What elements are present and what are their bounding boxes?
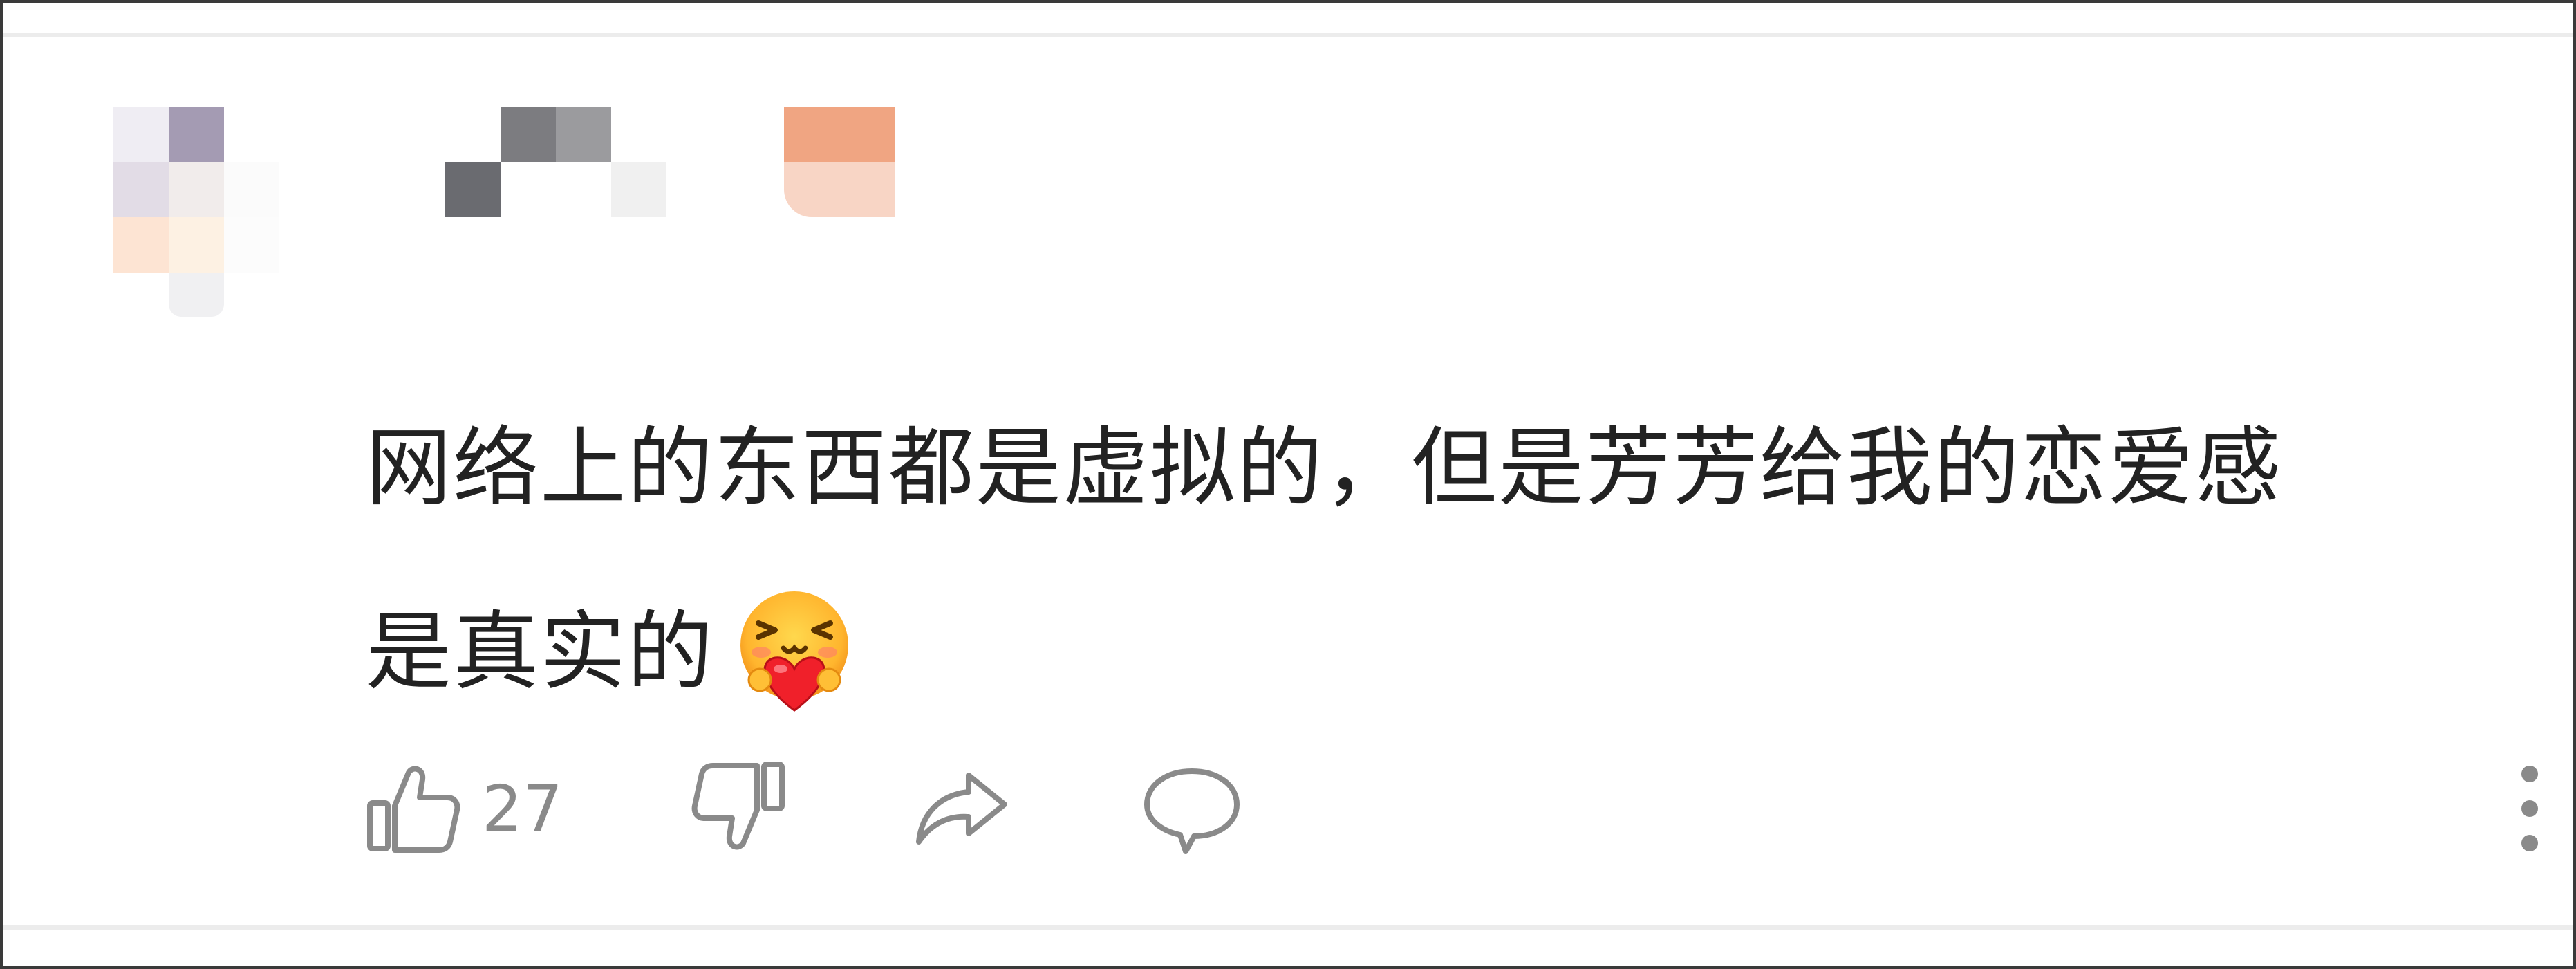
more-dot bbox=[2521, 766, 2538, 782]
reply-button[interactable] bbox=[1140, 757, 1244, 860]
dislike-button[interactable] bbox=[691, 757, 787, 860]
username[interactable] bbox=[445, 107, 902, 221]
share-arrow-icon bbox=[912, 760, 1009, 857]
comment-line-2-text: 是真实的 bbox=[366, 602, 715, 702]
comment-line-1: 网络上的东西都是虚拟的，但是芳芳给我的恋爱感 bbox=[366, 418, 2283, 518]
thumbs-down-icon bbox=[691, 760, 787, 857]
more-dot bbox=[2521, 835, 2538, 851]
comment-body: 网络上的东西都是虚拟的，但是芳芳给我的恋爱感 是真实的 bbox=[366, 376, 2440, 744]
more-options-button[interactable] bbox=[2509, 757, 2550, 860]
top-separator bbox=[3, 33, 2573, 37]
comment-card: 网络上的东西都是虚拟的，但是芳芳给我的恋爱感 是真实的 27 bbox=[0, 0, 2576, 969]
like-count: 27 bbox=[482, 771, 563, 846]
comment-line-2: 是真实的 bbox=[366, 560, 2440, 744]
like-button[interactable]: 27 bbox=[366, 757, 563, 860]
comment-bubble-icon bbox=[1140, 760, 1244, 857]
bottom-separator bbox=[3, 925, 2573, 930]
hug-heart-emoji-icon bbox=[732, 589, 857, 713]
more-dot bbox=[2521, 800, 2538, 817]
thumbs-up-icon bbox=[366, 760, 463, 857]
share-button[interactable] bbox=[912, 757, 1009, 860]
action-bar: 27 bbox=[366, 757, 2550, 860]
avatar[interactable] bbox=[113, 107, 279, 317]
